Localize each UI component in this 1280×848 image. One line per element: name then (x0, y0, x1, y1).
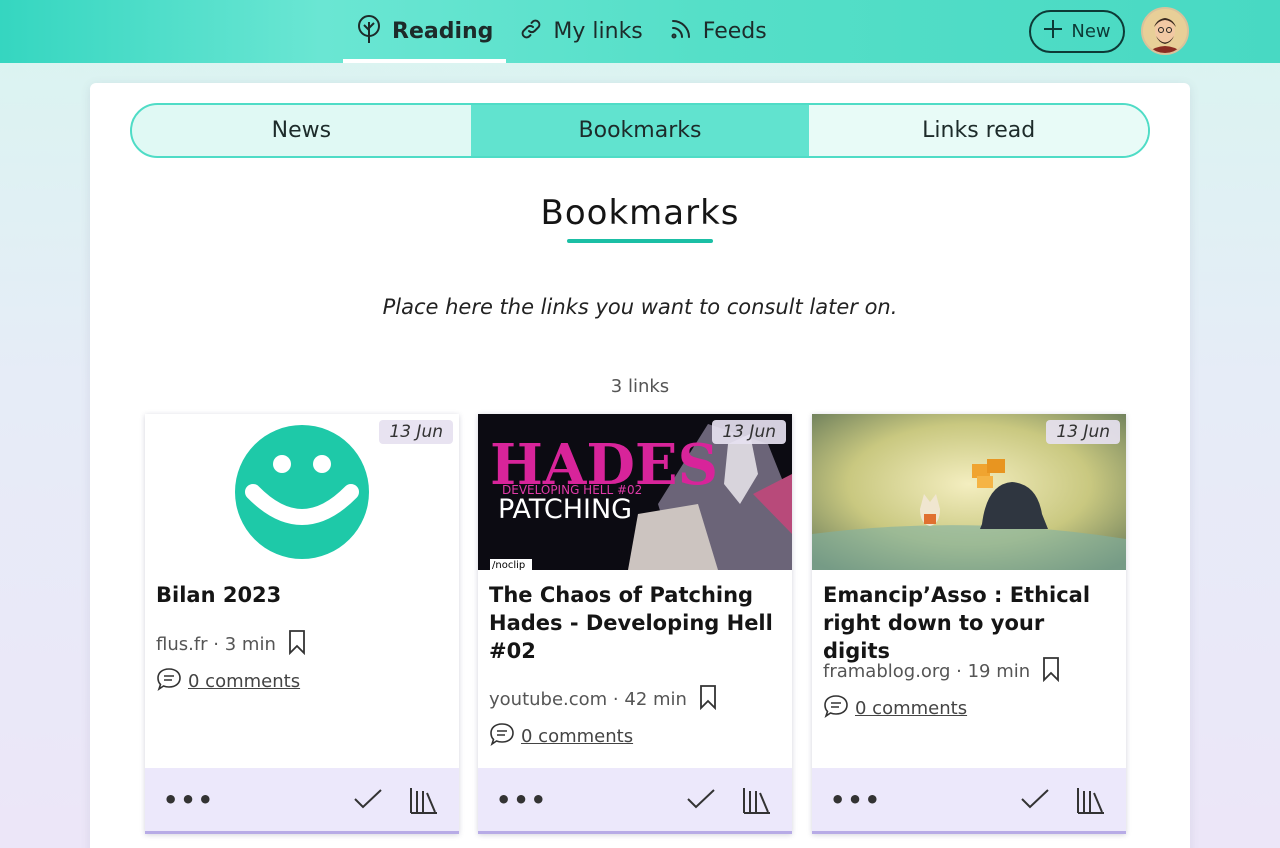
link-icon (519, 17, 553, 47)
tab-links-read[interactable]: Links read (809, 105, 1148, 156)
nav-reading[interactable]: Reading (343, 0, 507, 63)
link-source: flus.fr · 3 min (156, 634, 276, 655)
collections-icon[interactable] (409, 785, 439, 819)
link-card[interactable]: 13 Jun Bilan 2023 flus.fr · 3 min 0 comm… (145, 414, 459, 834)
link-thumbnail[interactable]: 13 Jun (145, 414, 459, 570)
top-header: Reading My links Feeds New (0, 0, 1280, 63)
nav-my-links[interactable]: My links (506, 0, 655, 63)
tree-icon (356, 14, 392, 50)
link-title[interactable]: Emancip’Asso : Ethical right down to you… (823, 581, 1113, 665)
tab-bookmarks[interactable]: Bookmarks (470, 105, 810, 156)
nav-my-links-label: My links (553, 19, 643, 44)
bookmark-icon[interactable] (1042, 656, 1060, 687)
comment-icon (823, 694, 849, 723)
link-card[interactable]: HADES DEVELOPING HELL #02 PATCHING /nocl… (478, 414, 792, 834)
link-thumbnail[interactable]: HADES DEVELOPING HELL #02 PATCHING /nocl… (478, 414, 792, 570)
link-title[interactable]: Bilan 2023 (156, 581, 446, 609)
mark-read-icon[interactable] (1020, 787, 1050, 815)
card-footer: ••• (145, 768, 459, 834)
mark-read-icon[interactable] (686, 787, 716, 815)
nav-feeds-label: Feeds (702, 19, 767, 44)
nav-reading-label: Reading (392, 19, 494, 44)
comments-link[interactable]: 0 comments (188, 671, 300, 692)
link-source: framablog.org · 19 min (823, 661, 1031, 682)
new-button[interactable]: New (1029, 10, 1125, 53)
link-meta: framablog.org · 19 min (823, 656, 1060, 687)
comments-row: 0 comments (489, 722, 633, 751)
title-underline (567, 239, 713, 243)
collections-icon[interactable] (1076, 785, 1106, 819)
mark-read-icon[interactable] (353, 787, 383, 815)
comments-link[interactable]: 0 comments (855, 698, 967, 719)
card-footer: ••• (812, 768, 1126, 834)
comments-row: 0 comments (156, 667, 300, 696)
comment-icon (489, 722, 515, 751)
comment-icon (156, 667, 182, 696)
new-button-label: New (1071, 21, 1111, 42)
more-actions-icon[interactable]: ••• (830, 786, 882, 814)
main-panel: News Bookmarks Links read Bookmarks Plac… (90, 83, 1190, 848)
more-actions-icon[interactable]: ••• (163, 786, 215, 814)
thumb-tag-text: /noclip (492, 560, 525, 570)
link-meta: youtube.com · 42 min (489, 684, 717, 715)
collections-icon[interactable] (742, 785, 772, 819)
plus-icon (1043, 19, 1071, 44)
bookmark-icon[interactable] (288, 629, 306, 660)
comments-link[interactable]: 0 comments (521, 726, 633, 747)
link-card[interactable]: 13 Jun Emancip’Asso : Ethical right down… (812, 414, 1126, 834)
tab-news[interactable]: News (132, 105, 471, 156)
reading-tabs: News Bookmarks Links read (130, 103, 1150, 158)
link-thumbnail[interactable]: 13 Jun (812, 414, 1126, 570)
avatar[interactable] (1141, 7, 1189, 55)
date-badge: 13 Jun (712, 420, 786, 444)
comments-row: 0 comments (823, 694, 967, 723)
thumb-word-text: PATCHING (498, 494, 632, 525)
more-actions-icon[interactable]: ••• (496, 786, 548, 814)
page-title: Bookmarks (540, 193, 740, 233)
bookmark-icon[interactable] (699, 684, 717, 715)
card-footer: ••• (478, 768, 792, 834)
page-intro: Place here the links you want to consult… (382, 295, 898, 319)
date-badge: 13 Jun (1046, 420, 1120, 444)
links-count: 3 links (610, 376, 670, 397)
link-meta: flus.fr · 3 min (156, 629, 306, 660)
rss-icon (669, 17, 703, 47)
link-source: youtube.com · 42 min (489, 689, 687, 710)
date-badge: 13 Jun (379, 420, 453, 444)
link-title[interactable]: The Chaos of Patching Hades - Developing… (489, 581, 779, 665)
nav-feeds[interactable]: Feeds (656, 0, 780, 63)
main-nav: Reading My links Feeds (343, 0, 780, 63)
